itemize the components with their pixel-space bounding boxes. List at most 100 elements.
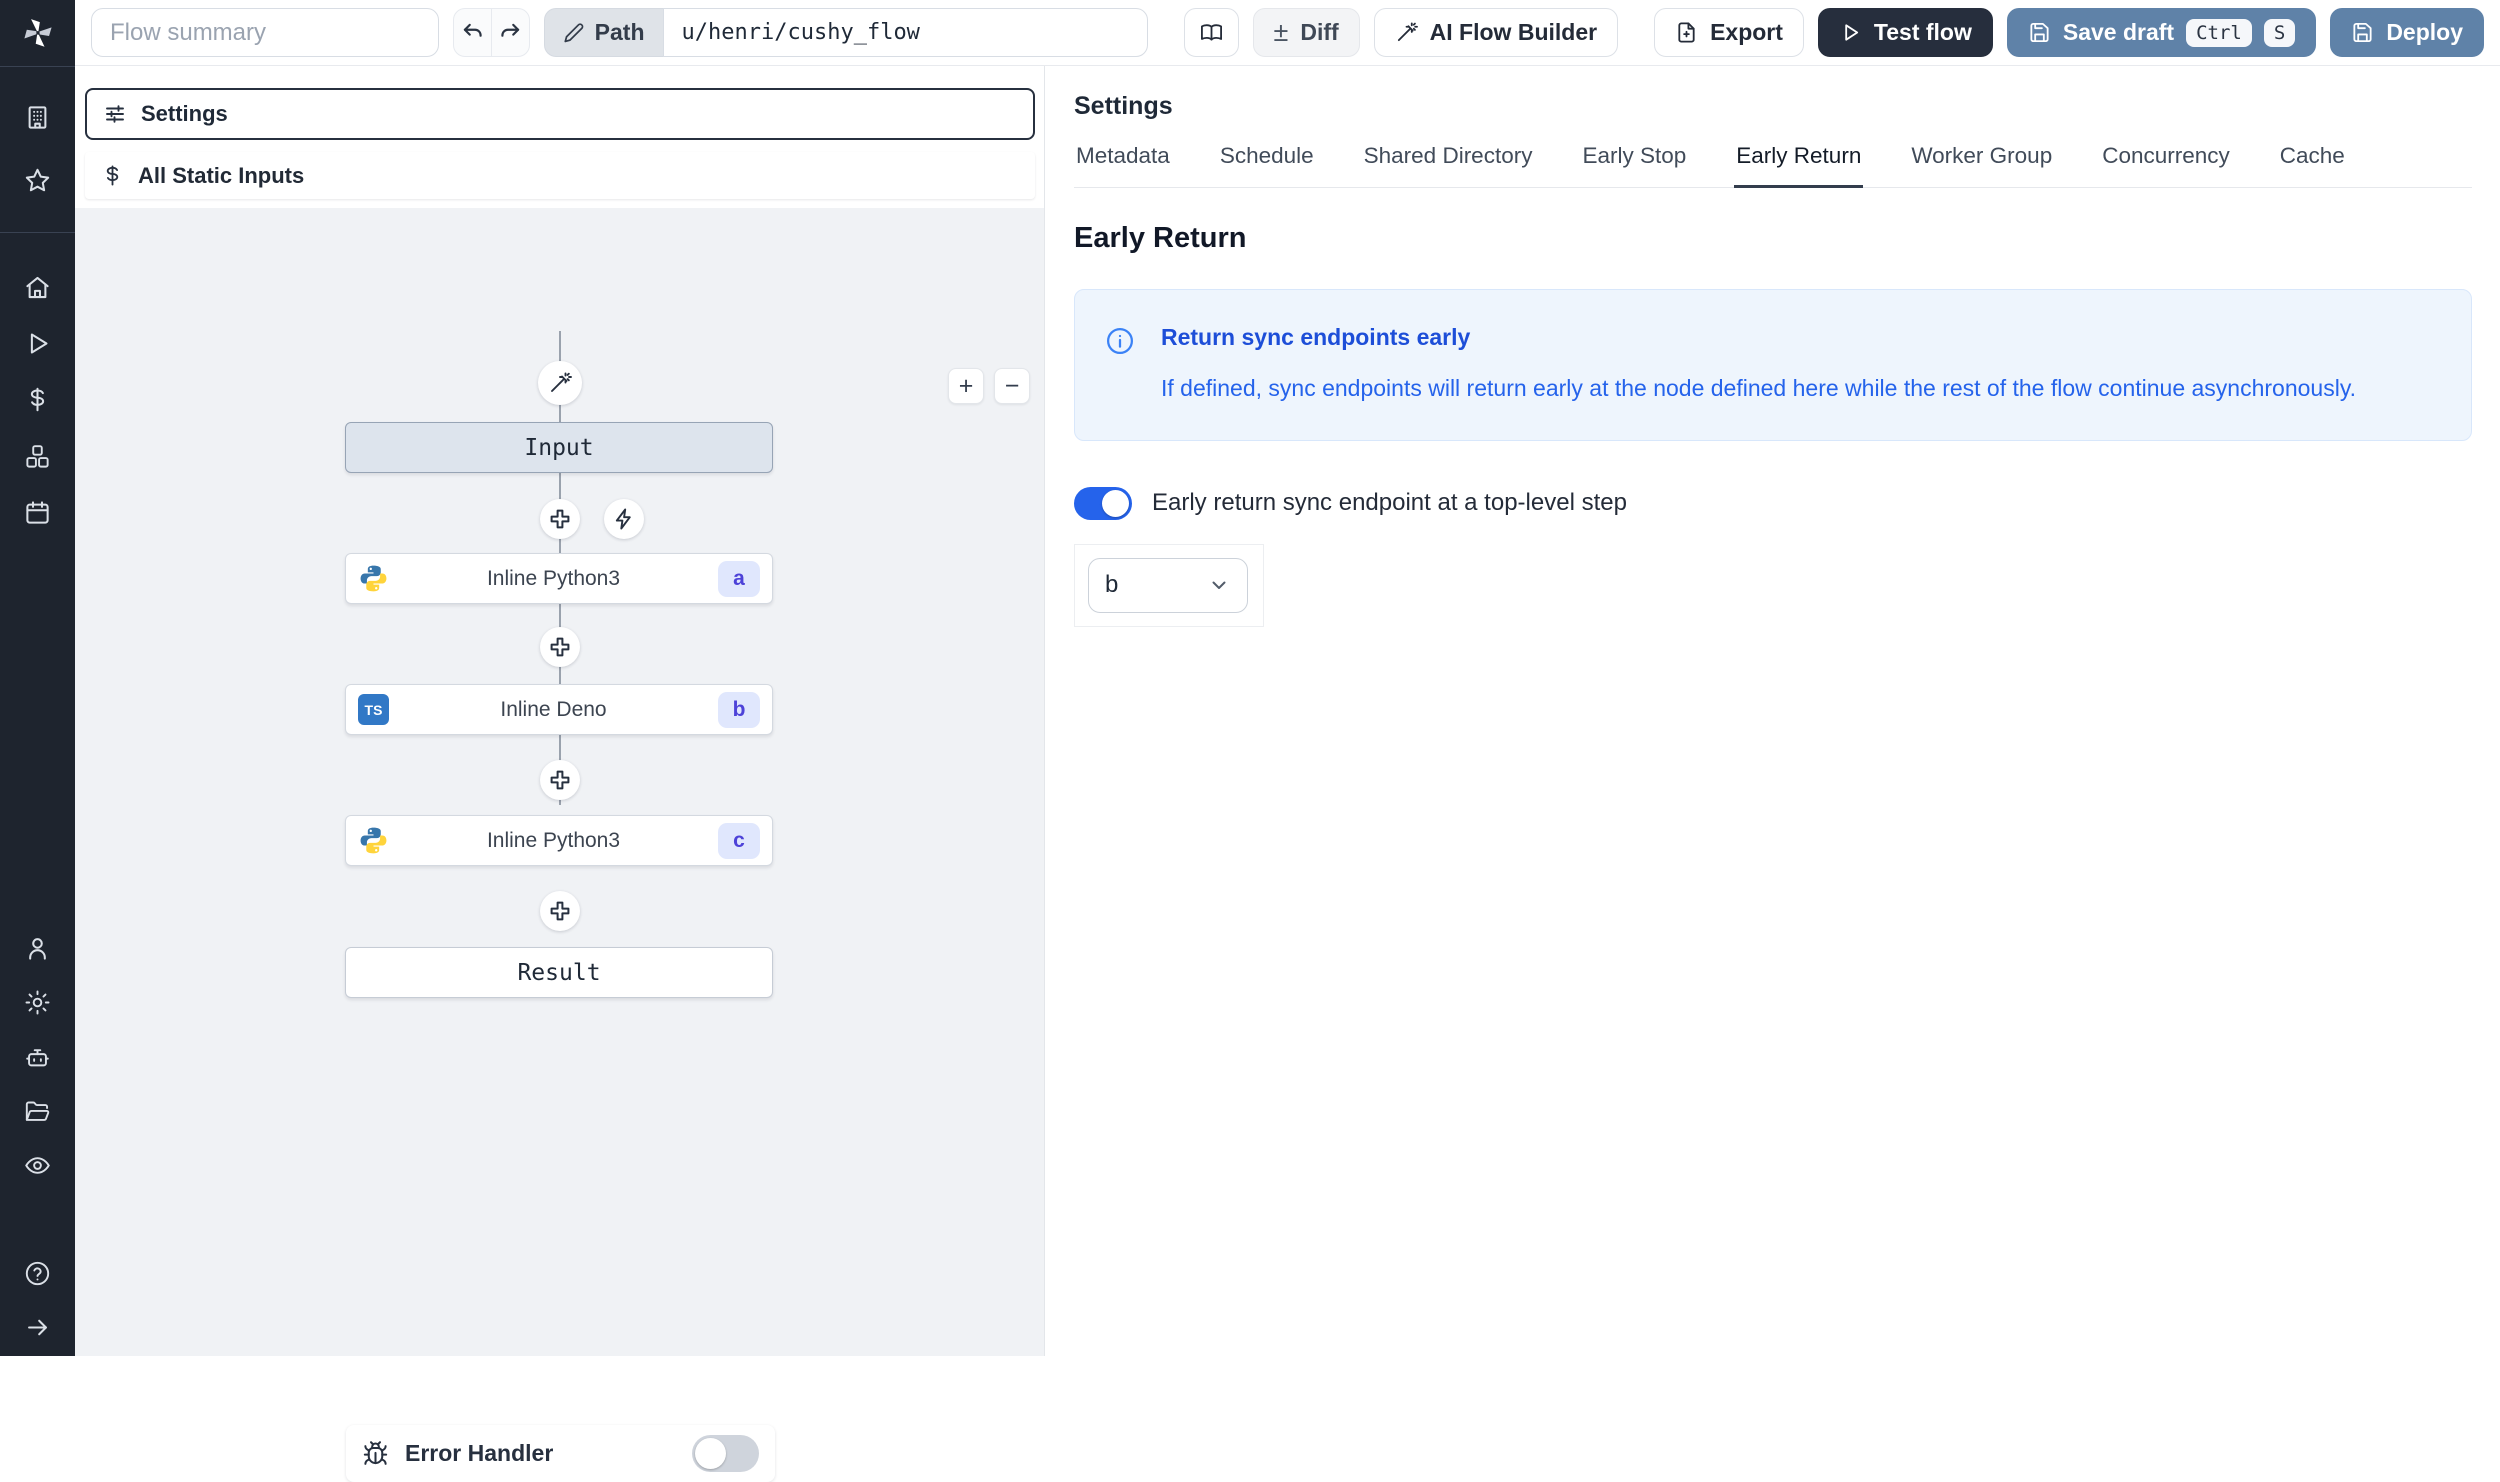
diff-button[interactable]: ± Diff — [1252, 8, 1360, 57]
sidebar-expand-button[interactable] — [24, 1314, 51, 1341]
path-label: Path — [594, 19, 645, 45]
flow-graph: + − Input Inline Python3 a TS Inline Den… — [75, 208, 1044, 1482]
flow-node-c[interactable]: Inline Python3 c — [345, 815, 773, 866]
home-icon — [26, 276, 49, 299]
plus-icon — [550, 901, 570, 921]
early-return-toggle-label: Early return sync endpoint at a top-leve… — [1152, 489, 1627, 516]
step-id-badge: b — [718, 691, 760, 728]
sidebar-favorites-button[interactable] — [24, 167, 51, 194]
error-handler-label: Error Handler — [405, 1440, 554, 1466]
flow-node-result[interactable]: Result — [345, 947, 773, 998]
help-circle-icon — [25, 1261, 50, 1286]
ai-flow-builder-button[interactable]: AI Flow Builder — [1373, 8, 1619, 57]
pencil-icon — [564, 22, 583, 42]
settings-panel: Settings Metadata Schedule Shared Direct… — [1046, 66, 2500, 1356]
file-export-icon — [1678, 22, 1695, 43]
path-group: Path — [543, 8, 1148, 57]
zoom-out-button[interactable]: − — [994, 368, 1030, 404]
tab-early-stop[interactable]: Early Stop — [1580, 137, 1688, 187]
flow-summary-input[interactable] — [91, 8, 439, 57]
typescript-icon: TS — [358, 694, 389, 725]
sidebar-schedules-button[interactable] — [24, 499, 51, 526]
sidebar-help-button[interactable] — [24, 1260, 51, 1287]
sidebar-divider — [0, 232, 75, 233]
save-draft-button[interactable]: Save draft Ctrl S — [2006, 8, 2317, 57]
sidebar-workspace-button[interactable] — [24, 104, 51, 131]
windmill-flow-editor: Path ± Diff AI Flow Builder Export Test … — [0, 0, 2500, 1482]
sidebar-runs-button[interactable] — [24, 330, 51, 357]
wand-sparkles-icon — [551, 372, 572, 392]
flow-node-b[interactable]: TS Inline Deno b — [345, 684, 773, 735]
tab-metadata[interactable]: Metadata — [1074, 137, 1172, 187]
toggle-knob — [695, 1438, 726, 1469]
dollar-icon — [30, 387, 45, 412]
plus-icon — [550, 637, 570, 657]
redo-icon — [501, 23, 520, 37]
docs-button[interactable] — [1183, 8, 1239, 57]
sidebar-folders-button[interactable] — [24, 1098, 51, 1125]
export-label: Export — [1710, 19, 1783, 45]
early-return-step-select[interactable]: b — [1088, 557, 1248, 613]
ai-suggest-button[interactable] — [538, 361, 582, 405]
settings-panel-title: Settings — [1074, 92, 1173, 120]
tab-shared-directory[interactable]: Shared Directory — [1362, 137, 1535, 187]
boxes-icon — [26, 445, 49, 468]
error-handler-row[interactable]: Error Handler — [346, 1425, 775, 1482]
plus-minus-icon: ± — [1273, 17, 1289, 47]
early-return-toggle[interactable] — [1074, 486, 1132, 520]
sidebar-users-button[interactable] — [24, 935, 51, 962]
sidebar-resources-button[interactable] — [24, 443, 51, 470]
redo-button[interactable] — [491, 9, 529, 56]
sidebar-audit-logs-button[interactable] — [24, 1152, 51, 1179]
gear-icon — [25, 990, 50, 1015]
plus-icon — [550, 509, 570, 529]
kbd-s: S — [2263, 18, 2296, 47]
early-return-toggle-row: Early return sync endpoint at a top-leve… — [1074, 486, 2472, 520]
robot-icon — [26, 1049, 49, 1067]
step-id-badge: a — [718, 560, 760, 597]
all-static-inputs-row[interactable]: All Static Inputs — [85, 152, 1035, 199]
zoom-in-button[interactable]: + — [948, 368, 984, 404]
export-button[interactable]: Export — [1654, 8, 1804, 57]
flow-toolbar: Path ± Diff AI Flow Builder Export Test … — [75, 0, 2500, 66]
add-step-button[interactable] — [540, 499, 580, 539]
flow-settings-label: Settings — [141, 101, 228, 126]
sidebar-home-button[interactable] — [24, 274, 51, 301]
tab-schedule[interactable]: Schedule — [1218, 137, 1316, 187]
flow-settings-row[interactable]: Settings — [85, 88, 1035, 140]
selected-step-value: b — [1105, 571, 1119, 598]
tab-worker-group[interactable]: Worker Group — [1909, 137, 2054, 187]
save-icon — [2030, 22, 2049, 43]
add-step-button[interactable] — [540, 627, 580, 667]
windmill-logo-icon[interactable] — [21, 16, 55, 50]
edit-path-button[interactable]: Path — [543, 8, 663, 57]
flow-node-a[interactable]: Inline Python3 a — [345, 553, 773, 604]
undo-button[interactable] — [454, 9, 491, 56]
sidebar-workers-button[interactable] — [24, 1044, 51, 1071]
lightning-icon — [615, 508, 631, 530]
info-body: If defined, sync endpoints will return e… — [1161, 374, 2357, 401]
step-id-badge: c — [718, 822, 760, 859]
sliders-icon — [106, 105, 124, 123]
tab-concurrency[interactable]: Concurrency — [2100, 137, 2232, 187]
test-flow-button[interactable]: Test flow — [1817, 8, 1993, 57]
flow-editor-panel: Settings All Static Inputs + − Input Inl… — [75, 66, 1045, 1482]
add-step-button[interactable] — [540, 760, 580, 800]
tab-early-return[interactable]: Early Return — [1734, 137, 1864, 188]
play-icon — [30, 333, 48, 354]
add-step-button[interactable] — [540, 891, 580, 931]
deploy-button[interactable]: Deploy — [2330, 8, 2484, 57]
add-trigger-button[interactable] — [604, 499, 644, 539]
flow-node-input[interactable]: Input — [345, 422, 773, 473]
folder-icon — [25, 1101, 50, 1121]
deploy-save-icon — [2353, 22, 2372, 43]
path-input[interactable] — [662, 8, 1148, 57]
kbd-ctrl: Ctrl — [2186, 18, 2252, 47]
sidebar-variables-button[interactable] — [24, 386, 51, 413]
app-sidebar — [0, 0, 75, 1356]
error-handler-toggle[interactable] — [692, 1435, 759, 1472]
tab-cache[interactable]: Cache — [2278, 137, 2347, 187]
sidebar-settings-button[interactable] — [24, 989, 51, 1016]
chevron-down-icon — [1212, 581, 1226, 589]
arrow-right-icon — [28, 1319, 47, 1336]
